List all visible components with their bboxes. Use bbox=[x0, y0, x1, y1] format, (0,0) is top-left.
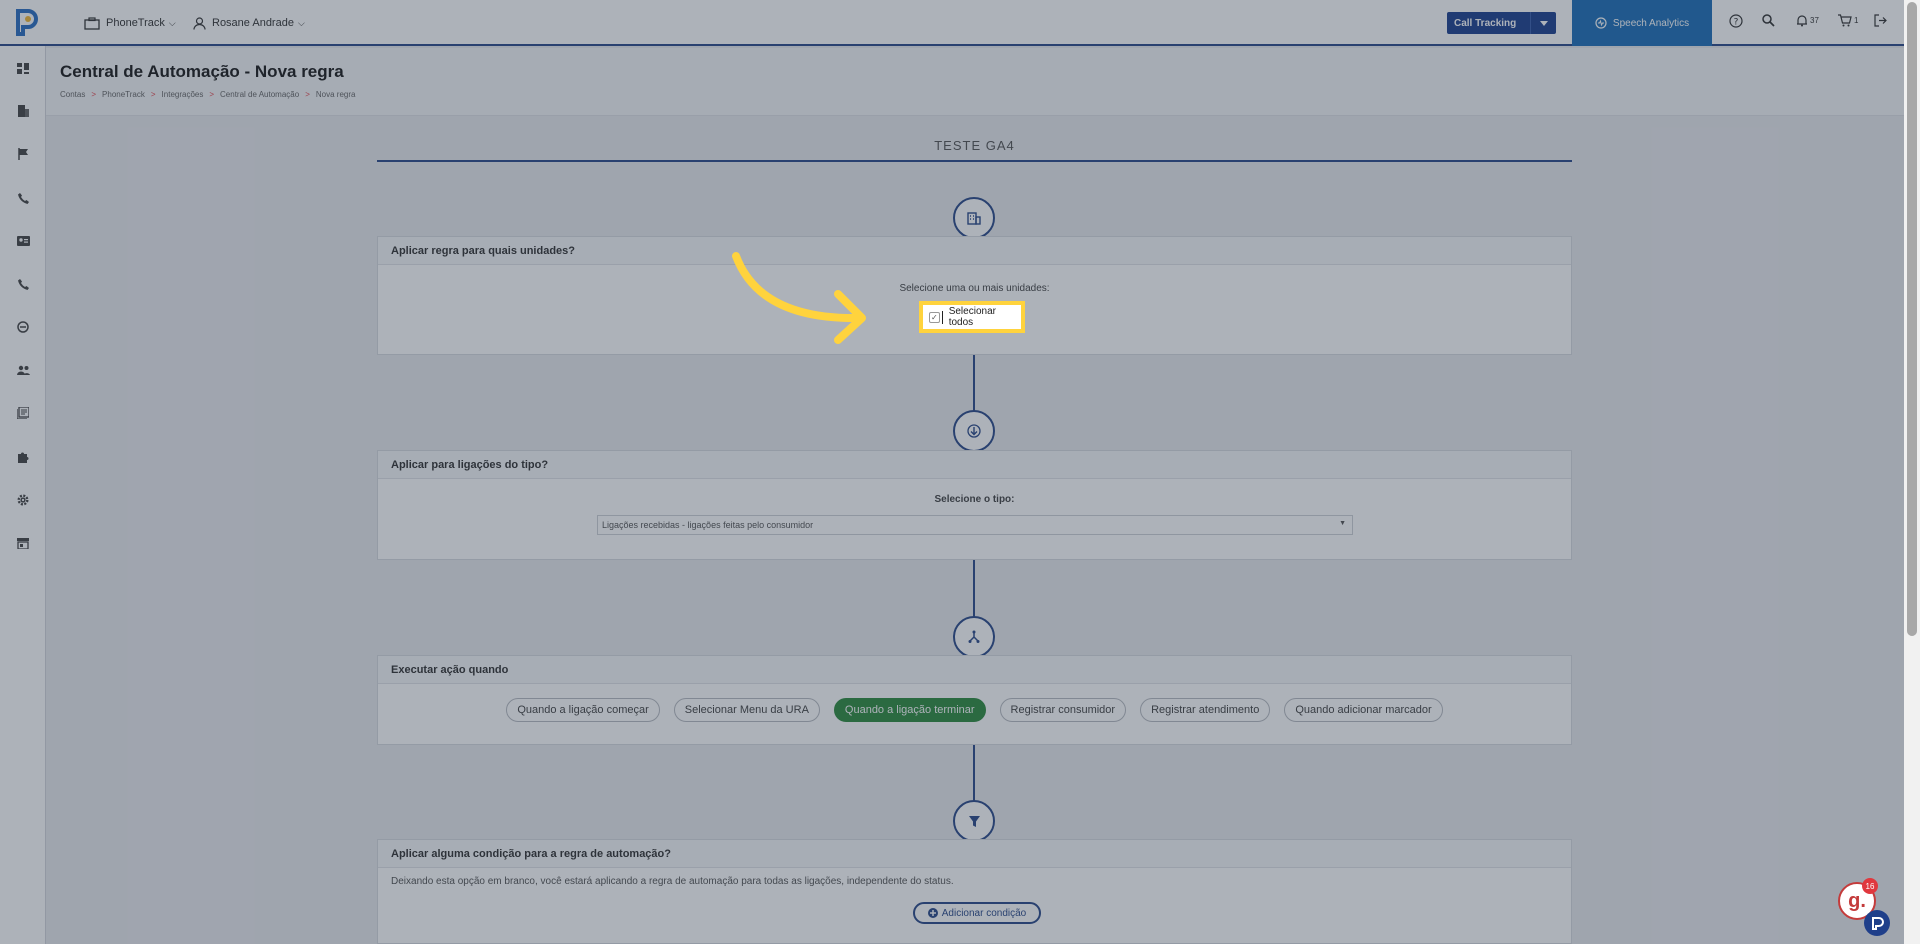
checkbox-icon[interactable]: ✓ bbox=[929, 311, 940, 323]
breadcrumb-item-integracoes[interactable]: Integrações bbox=[162, 90, 204, 99]
units-prompt: Selecione uma ou mais unidades: bbox=[899, 283, 1050, 294]
breadcrumb-separator: > bbox=[150, 90, 156, 99]
breadcrumb-item-phonetrack[interactable]: PhoneTrack bbox=[102, 90, 145, 99]
rule-name[interactable]: TESTE GA4 bbox=[377, 138, 1572, 153]
step-condition-node bbox=[953, 800, 995, 842]
page-header: Central de Automação - Nova regra Contas… bbox=[46, 48, 1904, 116]
call-tracking-label: Call Tracking bbox=[1454, 17, 1517, 29]
call-type-card-title: Aplicar para ligações do tipo? bbox=[378, 451, 1571, 479]
filter-icon bbox=[968, 815, 980, 827]
trigger-option-register-service[interactable]: Registrar atendimento bbox=[1140, 698, 1271, 722]
store-icon[interactable] bbox=[15, 535, 31, 551]
speech-analytics-label: Speech Analytics bbox=[1612, 17, 1690, 29]
phone-forward-icon[interactable] bbox=[15, 276, 31, 292]
svg-text:?: ? bbox=[1734, 18, 1739, 28]
cart-button[interactable]: 1 bbox=[1838, 14, 1858, 27]
settings-icon[interactable] bbox=[15, 492, 31, 508]
app-menu-label: PhoneTrack bbox=[106, 17, 165, 29]
user-menu[interactable]: Rosane Andrade ⌵ bbox=[193, 0, 305, 46]
trigger-option-call-end[interactable]: Quando a ligação terminar bbox=[833, 698, 986, 722]
chat-icon bbox=[1872, 917, 1884, 930]
add-condition-button[interactable]: Adicionar condição bbox=[913, 902, 1041, 924]
building-icon[interactable] bbox=[15, 103, 31, 119]
trigger-option-add-marker[interactable]: Quando adicionar marcador bbox=[1284, 698, 1443, 722]
dashboard-icon[interactable] bbox=[15, 60, 31, 76]
top-bar: PhoneTrack ⌵ Rosane Andrade ⌵ Call Track… bbox=[0, 0, 1904, 46]
contact-card-icon[interactable] bbox=[15, 233, 31, 249]
reports-icon[interactable] bbox=[15, 405, 31, 421]
trigger-option-register-consumer[interactable]: Registrar consumidor bbox=[999, 698, 1127, 722]
sidebar bbox=[0, 46, 46, 944]
step-trigger-node bbox=[953, 616, 995, 658]
guide-widget-badge: 16 bbox=[1862, 878, 1878, 894]
call-type-prompt: Selecione o tipo: bbox=[934, 494, 1015, 505]
flow-connector bbox=[973, 745, 975, 803]
caret-down-icon[interactable] bbox=[1530, 12, 1556, 34]
speech-analytics-button[interactable]: Speech Analytics bbox=[1572, 0, 1712, 46]
chevron-down-icon: ⌵ bbox=[297, 17, 305, 28]
notifications-count: 37 bbox=[1810, 16, 1819, 25]
search-icon[interactable] bbox=[1762, 14, 1775, 27]
call-type-selected: Ligações recebidas - ligações feitas pel… bbox=[602, 520, 814, 530]
breadcrumb-separator: > bbox=[91, 90, 97, 99]
page-title: Central de Automação - Nova regra bbox=[60, 62, 344, 81]
breadcrumb: Contas > PhoneTrack > Integrações > Cent… bbox=[60, 90, 355, 99]
breadcrumb-item-contas[interactable]: Contas bbox=[60, 90, 85, 99]
cart-count: 1 bbox=[1854, 16, 1859, 25]
breadcrumb-item-central-automacao[interactable]: Central de Automação bbox=[220, 90, 299, 99]
download-arrow-icon bbox=[967, 424, 981, 438]
condition-card-title: Aplicar alguma condição para a regra de … bbox=[378, 840, 1571, 868]
add-condition-label: Adicionar condição bbox=[941, 907, 1027, 919]
select-all-checkbox[interactable]: ✓ Selecionar todos bbox=[919, 301, 1025, 333]
tutorial-arrow-icon bbox=[732, 252, 866, 344]
fork-icon bbox=[968, 630, 980, 643]
select-all-label: Selecionar todos bbox=[948, 306, 996, 328]
app-menu[interactable]: PhoneTrack ⌵ bbox=[84, 0, 176, 46]
notifications-button[interactable]: 37 bbox=[1796, 14, 1819, 27]
step-units-node bbox=[953, 197, 995, 239]
user-icon bbox=[193, 16, 206, 30]
breadcrumb-separator: > bbox=[209, 90, 215, 99]
building-icon bbox=[967, 212, 981, 225]
phone-icon[interactable] bbox=[15, 190, 31, 206]
user-menu-label: Rosane Andrade bbox=[212, 17, 294, 29]
condition-card: Aplicar alguma condição para a regra de … bbox=[377, 839, 1572, 944]
speech-analytics-icon bbox=[1595, 17, 1607, 29]
trigger-card: Executar ação quando Quando a ligação co… bbox=[377, 655, 1572, 745]
logo-icon[interactable] bbox=[14, 8, 40, 36]
flow-connector bbox=[973, 560, 975, 618]
call-tracking-button[interactable]: Call Tracking bbox=[1447, 12, 1556, 34]
help-icon[interactable]: ? bbox=[1729, 14, 1743, 28]
cart-icon bbox=[1838, 14, 1852, 27]
trigger-option-call-start[interactable]: Quando a ligação começar bbox=[506, 698, 660, 722]
briefcase-icon bbox=[84, 16, 100, 30]
condition-description: Deixando esta opção em branco, você esta… bbox=[391, 876, 954, 887]
flow-connector bbox=[973, 355, 975, 411]
trigger-option-ura-menu[interactable]: Selecionar Menu da URA bbox=[673, 698, 820, 722]
users-icon[interactable] bbox=[15, 362, 31, 378]
scrollbar[interactable] bbox=[1904, 0, 1920, 944]
breadcrumb-item-nova-regra: Nova regra bbox=[315, 90, 356, 99]
bell-icon bbox=[1797, 15, 1807, 27]
units-card-title: Aplicar regra para quais unidades? bbox=[378, 237, 1571, 265]
chevron-down-icon: ⌵ bbox=[168, 17, 176, 28]
breadcrumb-separator: > bbox=[305, 90, 310, 99]
minus-circle-icon[interactable] bbox=[15, 319, 31, 335]
units-card: Aplicar regra para quais unidades? Selec… bbox=[377, 236, 1572, 355]
text-cursor bbox=[941, 310, 943, 324]
trigger-card-title: Executar ação quando bbox=[378, 656, 1571, 684]
step-type-node bbox=[953, 410, 995, 452]
plus-circle-icon bbox=[927, 908, 938, 918]
scrollbar-thumb[interactable] bbox=[1907, 2, 1917, 636]
dropdown-arrow-icon: ▼ bbox=[1339, 520, 1346, 527]
rule-name-underline bbox=[377, 160, 1572, 162]
flag-icon[interactable] bbox=[15, 146, 31, 162]
call-type-card: Aplicar para ligações do tipo? Selecione… bbox=[377, 450, 1572, 560]
puzzle-icon[interactable] bbox=[15, 449, 31, 465]
trigger-options: Quando a ligação começar Selecionar Menu… bbox=[378, 698, 1571, 722]
logout-icon[interactable] bbox=[1874, 14, 1887, 27]
call-type-select[interactable]: Ligações recebidas - ligações feitas pel… bbox=[597, 515, 1353, 535]
chat-button[interactable] bbox=[1864, 910, 1890, 936]
